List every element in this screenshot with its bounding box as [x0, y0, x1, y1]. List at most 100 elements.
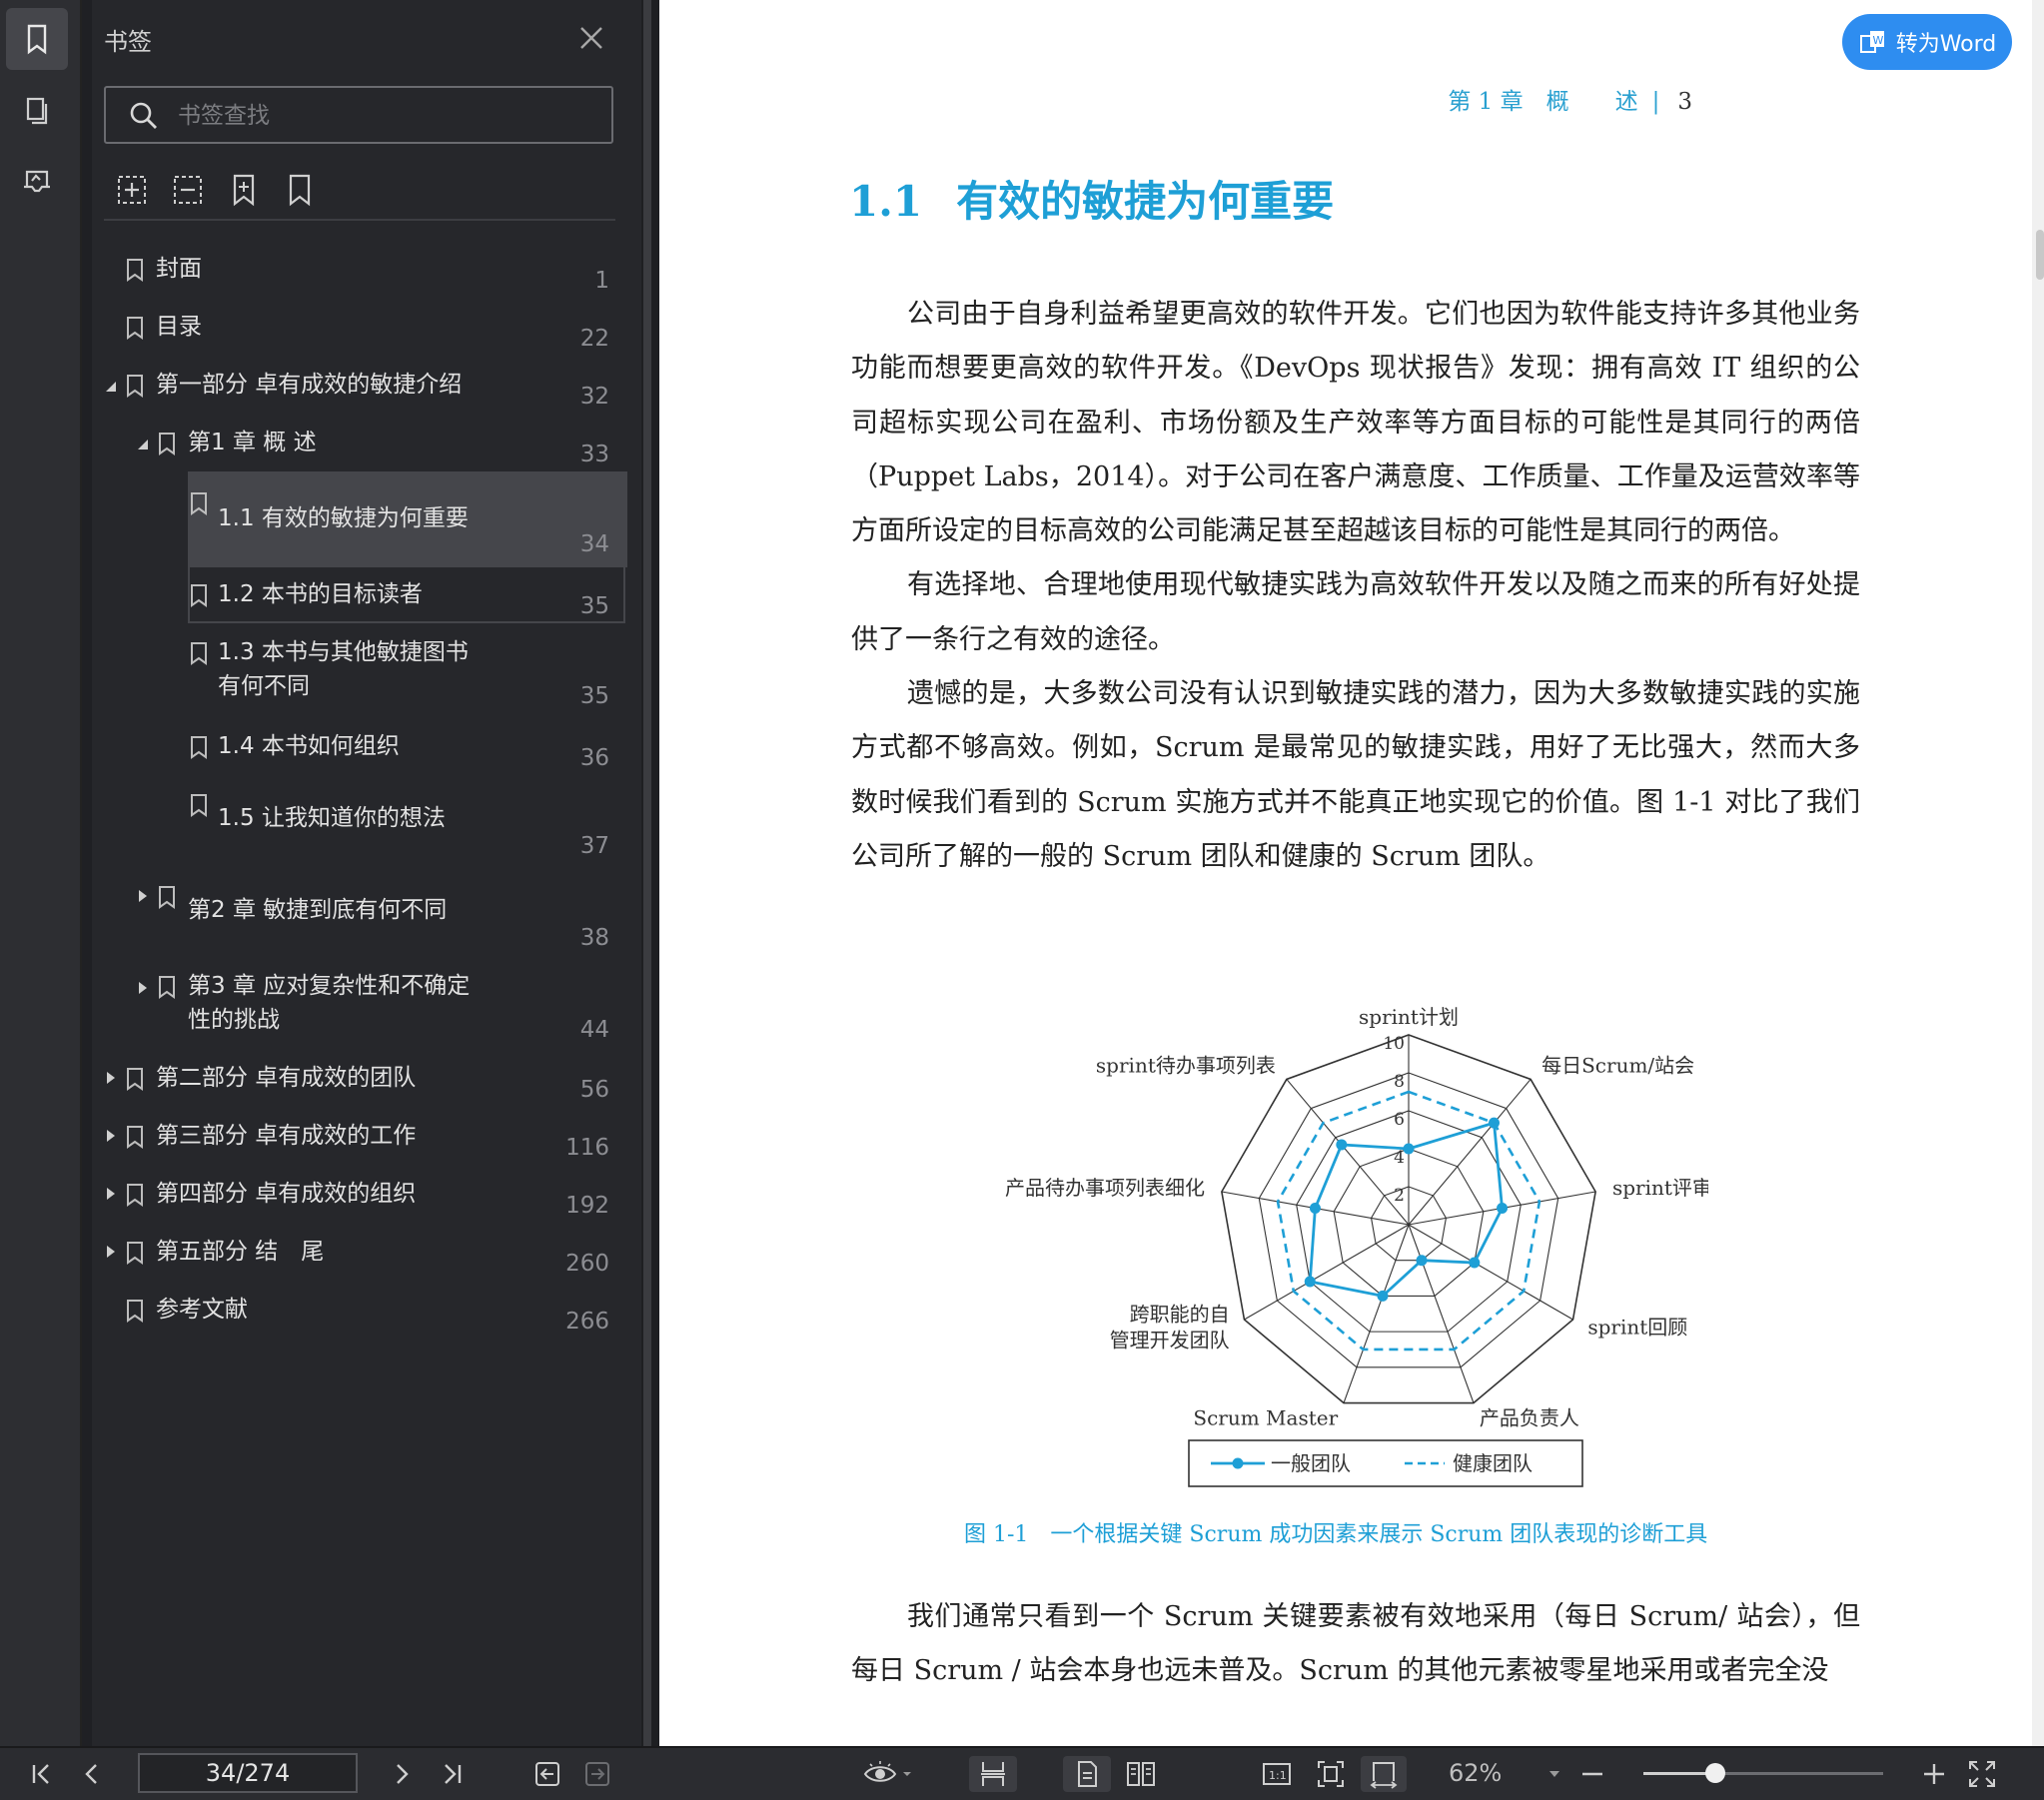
- add-bookmark-icon[interactable]: [226, 172, 262, 208]
- expand-triangle-icon[interactable]: [136, 981, 150, 995]
- actual-size-button[interactable]: 1:1: [1257, 1756, 1297, 1792]
- forward-button[interactable]: [579, 1756, 615, 1792]
- bookmark-item[interactable]: 第四部分 卓有成效的组织 192: [0, 1175, 631, 1219]
- bottom-toolbar: 34/274 1:1 62%: [0, 1746, 2044, 1800]
- bookmark-icon: [191, 794, 207, 817]
- bookmark-item[interactable]: 第1 章 概 述 33: [0, 424, 631, 467]
- legend-average-label: 一般团队: [1271, 1451, 1351, 1475]
- bookmark-item[interactable]: 1.4 本书如何组织 36: [0, 727, 631, 771]
- zoom-in-button[interactable]: [1918, 1756, 1950, 1792]
- back-button[interactable]: [529, 1756, 565, 1792]
- zoom-slider[interactable]: [1643, 1763, 1883, 1783]
- body-text: 公司由于自身利益希望更高效的软件开发。它们也因为软件能支持许多其他业务功能而想要…: [851, 288, 1860, 884]
- forward-icon: [585, 1762, 609, 1786]
- bookmark-item[interactable]: 第五部分 结 尾 260: [0, 1233, 631, 1277]
- next-page-button[interactable]: [384, 1756, 420, 1792]
- body-text-after-figure: 我们通常只看到一个 Scrum 关键要素被有效地采用（每日 Scrum/ 站会）…: [851, 1590, 1860, 1699]
- chevron-right-icon: [397, 1764, 409, 1784]
- collapse-triangle-icon[interactable]: [104, 380, 118, 394]
- bookmark-item[interactable]: 目录 22: [0, 308, 631, 352]
- bookmark-item[interactable]: 1.2 本书的目标读者 35: [0, 575, 631, 619]
- previous-page-button[interactable]: [74, 1756, 110, 1792]
- average-team-data-point: [1416, 1255, 1428, 1267]
- legend-average-marker: [1232, 1457, 1244, 1469]
- zoom-level[interactable]: 62%: [1449, 1759, 1502, 1787]
- expand-all-icon[interactable]: [114, 172, 150, 208]
- radar-axis-line: [1408, 1224, 1573, 1321]
- bookmark-item-selected[interactable]: 1.1 有效的敏捷为何重要 34: [0, 489, 631, 559]
- single-page-icon: [1078, 1761, 1097, 1787]
- fit-width-icon: [1370, 1762, 1398, 1789]
- radar-tick-label: 10: [1383, 1034, 1405, 1054]
- bookmark-icon: [159, 976, 175, 999]
- svg-text:W: W: [1872, 34, 1883, 47]
- radar-category-label: Scrum Master: [1193, 1406, 1338, 1430]
- bookmark-icon: [127, 259, 143, 282]
- average-team-data-point: [1309, 1203, 1321, 1215]
- search-icon: [130, 102, 157, 129]
- last-page-button[interactable]: [434, 1756, 470, 1792]
- bookmark-icon: [127, 317, 143, 340]
- panel-scrollbar[interactable]: [643, 0, 651, 1746]
- chevron-left-icon: [85, 1764, 97, 1784]
- bookmark-item[interactable]: 第二部分 卓有成效的团队 56: [0, 1059, 631, 1103]
- expand-triangle-icon[interactable]: [136, 889, 150, 903]
- legend-healthy-label: 健康团队: [1453, 1451, 1533, 1475]
- bookmark-item[interactable]: 第3 章 应对复杂性和不确定 性的挑战 44: [0, 967, 631, 1047]
- expand-triangle-icon[interactable]: [104, 1129, 118, 1143]
- bookmark-search-input[interactable]: [176, 88, 599, 144]
- two-page-button[interactable]: [1117, 1756, 1165, 1792]
- bookmark-item[interactable]: 第三部分 卓有成效的工作 116: [0, 1117, 631, 1161]
- radar-category-label: 产品负责人: [1480, 1406, 1579, 1430]
- plus-icon: [1924, 1764, 1944, 1784]
- bookmark-item[interactable]: 第一部分 卓有成效的敏捷介绍 32: [0, 366, 631, 410]
- zoom-out-button[interactable]: [1576, 1756, 1608, 1792]
- average-team-data-point: [1469, 1257, 1481, 1269]
- radar-axis-line: [1244, 1224, 1410, 1321]
- toolbar-divider: [104, 219, 615, 221]
- document-page: W 转为Word 第 1 章 概 述 | 3 1.1 有效的敏捷为何重要 公司由于自身…: [659, 0, 2032, 1746]
- two-page-icon: [1127, 1762, 1155, 1786]
- bookmark-icon: [159, 886, 175, 909]
- annotation-rail-button[interactable]: [6, 152, 68, 214]
- expand-triangle-icon[interactable]: [104, 1071, 118, 1085]
- svg-text:1:1: 1:1: [1269, 1769, 1287, 1782]
- bookmark-item[interactable]: 第2 章 敏捷到底有何不同 38: [0, 883, 631, 953]
- convert-to-word-button[interactable]: W 转为Word: [1842, 14, 2012, 70]
- bookmark-icon: [159, 433, 175, 455]
- fullscreen-icon: [1969, 1761, 1995, 1787]
- bookmark-item[interactable]: 1.3 本书与其他敏捷图书 有何不同 35: [0, 633, 631, 717]
- expand-triangle-icon[interactable]: [104, 1187, 118, 1201]
- bookmark-rail-button[interactable]: [6, 8, 68, 70]
- chevron-down-icon: [1549, 1771, 1559, 1777]
- first-page-button[interactable]: [24, 1756, 60, 1792]
- paragraph: 公司由于自身利益希望更高效的软件开发。它们也因为软件能支持许多其他业务功能而想要…: [851, 299, 1860, 547]
- document-scrollbar-thumb[interactable]: [2036, 230, 2044, 280]
- fit-width-button[interactable]: [1361, 1756, 1407, 1792]
- fullscreen-button[interactable]: [1964, 1756, 2000, 1792]
- running-head: 第 1 章 概 述 | 3: [1448, 89, 1692, 115]
- continuous-scroll-button[interactable]: [969, 1756, 1017, 1792]
- collapse-triangle-icon[interactable]: [136, 438, 150, 451]
- page-number-input[interactable]: 34/274: [138, 1753, 358, 1793]
- radar-tick-label: 2: [1394, 1186, 1405, 1206]
- thumbnail-rail-button[interactable]: [6, 80, 68, 142]
- radar-category-label: sprint评审: [1612, 1176, 1708, 1200]
- delete-bookmark-icon[interactable]: [282, 172, 318, 208]
- bookmark-item[interactable]: 参考文献 266: [0, 1291, 631, 1335]
- zoom-slider-knob[interactable]: [1705, 1763, 1725, 1783]
- fit-page-button[interactable]: [1311, 1756, 1351, 1792]
- close-icon[interactable]: [573, 20, 609, 56]
- paragraph: 有选择地、合理地使用现代敏捷实践为高效软件开发以及随之而来的所有好处提供了一条行…: [851, 569, 1860, 655]
- minus-icon: [1582, 1772, 1602, 1776]
- bookmark-item[interactable]: 封面 1: [0, 250, 631, 294]
- figure-caption: 图 1-1 一个根据关键 Scrum 成功因素来展示 Scrum 团队表现的诊断…: [964, 1522, 1708, 1547]
- collapse-all-icon[interactable]: [170, 172, 206, 208]
- zoom-dropdown-button[interactable]: [1544, 1756, 1564, 1792]
- expand-triangle-icon[interactable]: [104, 1245, 118, 1259]
- bookmark-item[interactable]: 1.5 让我知道你的想法 37: [0, 791, 631, 861]
- eye-care-mode-button[interactable]: [857, 1756, 917, 1792]
- single-page-button[interactable]: [1063, 1756, 1111, 1792]
- first-page-icon: [32, 1764, 49, 1784]
- average-team-data-point: [1336, 1139, 1348, 1151]
